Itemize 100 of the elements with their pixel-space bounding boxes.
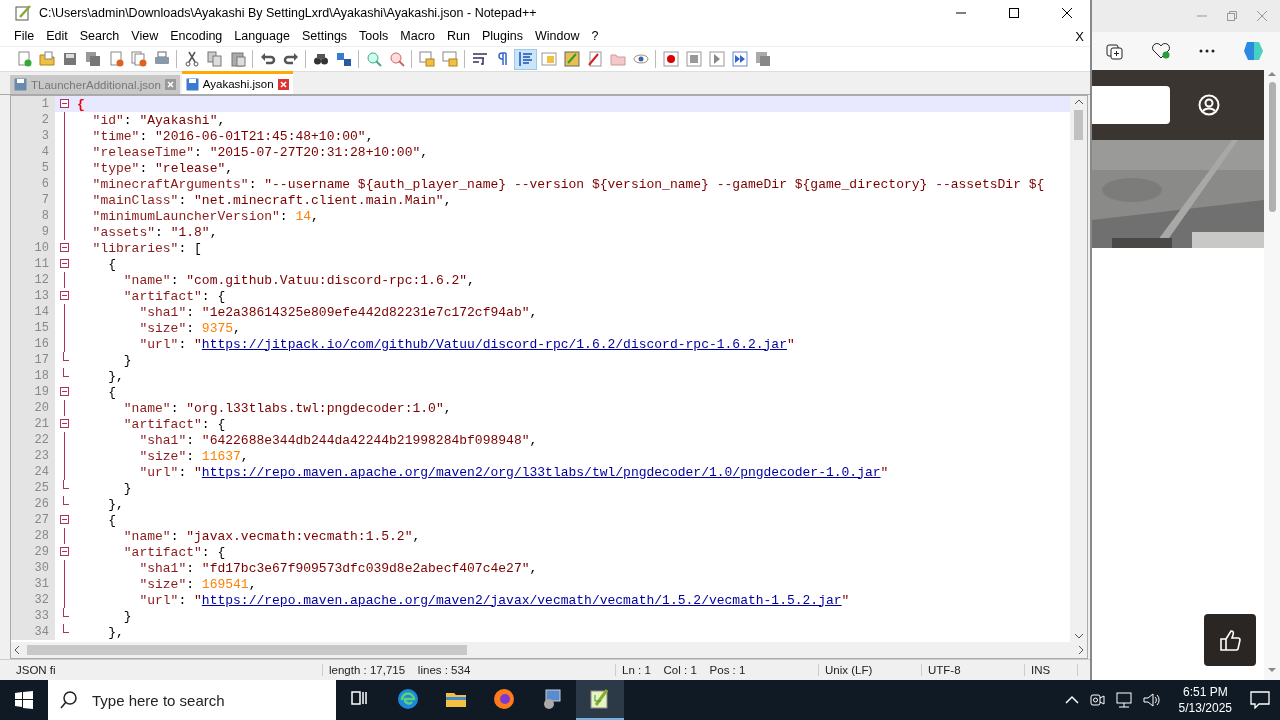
fold-toggle[interactable] <box>59 515 69 524</box>
network-icon[interactable] <box>1114 692 1133 708</box>
code-line: { <box>107 384 116 400</box>
feedback-button[interactable] <box>1204 614 1256 666</box>
close-document-button[interactable]: X <box>1069 28 1090 44</box>
status-text: INS <box>1025 664 1078 676</box>
window-sync-icon <box>441 51 458 67</box>
code-line: "minecraftArguments": "--username ${auth_player_name} --version ${version_name} --gameDir ${game_directory} --assetsDir ${ <box>91 176 1045 192</box>
code-line: } <box>122 608 132 624</box>
line-number: 15 <box>11 320 55 336</box>
fold-toggle[interactable] <box>59 419 69 428</box>
taskbar-search-field[interactable]: Type here to search <box>48 680 336 720</box>
status-text: Unix (LF) <box>819 664 922 676</box>
line-number: 1 <box>11 96 55 112</box>
code-line: }, <box>107 496 124 512</box>
scroll-thumb[interactable] <box>27 645 467 655</box>
camera-icon[interactable] <box>1088 692 1105 708</box>
menu-item[interactable]: Settings <box>295 29 354 43</box>
play-icon <box>708 51 725 67</box>
status-text: UTF-8 <box>922 664 1025 676</box>
line-number: 28 <box>11 528 55 544</box>
code-line: "minimumLauncherVersion": 14, <box>91 208 319 224</box>
line-number: 19 <box>11 384 55 400</box>
open-folder-icon <box>38 51 55 67</box>
more-icon[interactable] <box>1198 49 1215 53</box>
clock-time[interactable]: 6:51 PM <box>1182 684 1228 700</box>
line-number: 21 <box>11 416 55 432</box>
link[interactable]: https://repo.maven.apache.org/maven2/javax/vecmath/vecmath/1.5.2/vecmath-1.5.2.jar <box>201 592 842 608</box>
scroll-thumb[interactable] <box>1074 110 1083 140</box>
search-field[interactable] <box>1092 86 1170 124</box>
status-text: Ln : 1 Col : 1 Pos : 1 <box>616 664 819 676</box>
vertical-scrollbar[interactable] <box>1264 70 1280 680</box>
chevron-up-icon[interactable] <box>1064 695 1079 705</box>
code-line: "artifact": { <box>122 544 226 560</box>
close-tab-icon[interactable] <box>277 78 289 90</box>
indent-guide-icon <box>517 51 534 67</box>
link[interactable]: https://jitpack.io/com/github/Vatuu/discord-rpc/1.6.2/discord-rpc-1.6.2.jar <box>201 336 787 352</box>
scissors-icon <box>183 51 200 67</box>
menu-item[interactable]: Tools <box>353 29 395 43</box>
fold-toggle[interactable] <box>59 547 69 556</box>
line-number: 4 <box>11 144 55 160</box>
heart-pulse-icon[interactable] <box>1151 42 1172 60</box>
horizontal-scrollbar[interactable] <box>10 642 1088 659</box>
speaker-icon[interactable] <box>1142 692 1161 708</box>
stop-icon <box>685 51 702 67</box>
line-number: 14 <box>11 304 55 320</box>
search-input[interactable]: Type here to search <box>90 690 324 710</box>
document-pen-icon <box>586 51 603 67</box>
firefox-icon <box>492 687 516 711</box>
record-icon <box>662 51 679 67</box>
file-tab[interactable]: Ayakashi.json <box>181 71 293 94</box>
close-tab-icon[interactable] <box>164 79 176 90</box>
menu-item[interactable]: Plugins <box>475 29 529 43</box>
code-line: "sha1": "6422688e344db244da42244b21998284bf098948", <box>138 432 538 448</box>
maximize-icon <box>1008 7 1020 19</box>
profile-icon[interactable] <box>1198 94 1220 116</box>
menu-item[interactable]: File <box>8 29 41 43</box>
code-line: "url": "https://jitpack.io/com/github/Vatuu/discord-rpc/1.6.2/discord-rpc-1.6.2.jar" <box>138 336 795 352</box>
window-sync-icon <box>418 51 435 67</box>
menu-item[interactable]: Window <box>528 29 586 43</box>
line-number: 18 <box>11 368 55 384</box>
code-line: } <box>122 352 132 368</box>
line-number: 13 <box>11 288 55 304</box>
line-number: 11 <box>11 256 55 272</box>
notification-icon[interactable] <box>1250 691 1270 709</box>
fold-toggle[interactable] <box>59 243 69 252</box>
menu-item[interactable]: View <box>125 29 165 43</box>
line-number: 12 <box>11 272 55 288</box>
windows-icon <box>15 691 33 709</box>
vertical-scrollbar[interactable] <box>1070 96 1087 642</box>
zoom-in-icon <box>365 51 382 67</box>
save-all-icon <box>84 51 101 67</box>
clipboard-icon <box>229 51 246 67</box>
menu-item[interactable]: Encoding <box>164 29 229 43</box>
file-icon <box>14 78 27 91</box>
scroll-thumb[interactable] <box>1268 82 1276 212</box>
menu-item[interactable]: ? <box>585 29 605 43</box>
line-number: 33 <box>11 608 55 624</box>
code-line: "size": 9375, <box>138 320 241 336</box>
link[interactable]: https://repo.maven.apache.org/maven2/org/l33tlabs/twl/pngdecoder/1.0/pngdecoder-1.0.jar <box>201 464 881 480</box>
word-wrap-icon <box>471 51 488 67</box>
menu-item[interactable]: Language <box>228 29 296 43</box>
menu-item[interactable]: Run <box>441 29 476 43</box>
copy-icon <box>206 51 223 67</box>
collections-icon[interactable] <box>1105 42 1124 60</box>
clock-date[interactable]: 5/13/2025 <box>1178 700 1232 716</box>
menu-item[interactable]: Edit <box>40 29 74 43</box>
code-line: "releaseTime": "2015-07-27T20:31:28+10:00", <box>91 144 429 160</box>
undo-icon <box>259 51 276 67</box>
menu-item[interactable]: Macro <box>394 29 442 43</box>
fast-forward-icon <box>731 51 748 67</box>
fold-toggle[interactable] <box>59 291 69 300</box>
folder-icon <box>609 51 626 67</box>
window-title: C:\Users\admin\Downloads\Ayakashi By SettingLxrd\Ayakashi\Ayakashi.json - Notepad++ <box>39 6 538 20</box>
menu-item[interactable]: Search <box>73 29 126 43</box>
fold-toggle[interactable] <box>59 99 69 108</box>
fold-toggle[interactable] <box>59 387 69 396</box>
notepad-taskbar-icon[interactable] <box>576 680 624 720</box>
indent-guide-button[interactable] <box>514 48 537 70</box>
fold-toggle[interactable] <box>59 259 69 268</box>
